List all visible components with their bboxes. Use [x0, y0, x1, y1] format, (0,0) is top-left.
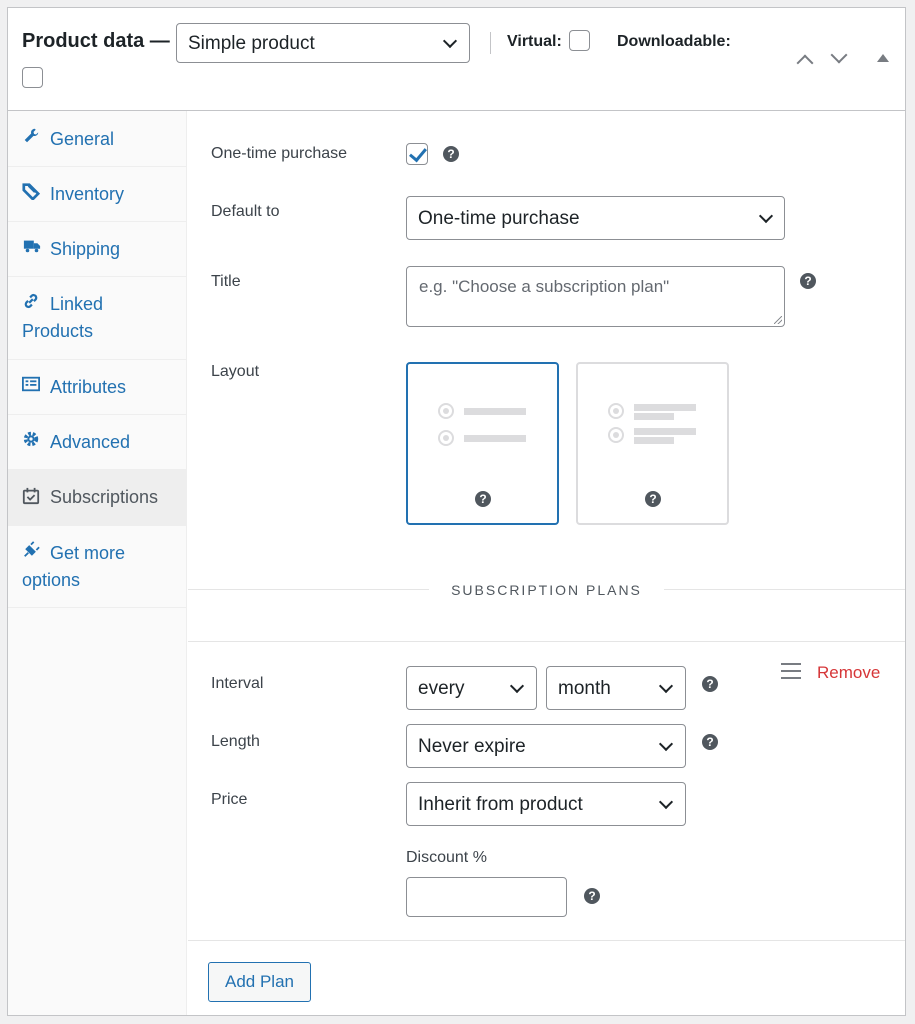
title-placeholder: e.g. "Choose a subscription plan" [419, 277, 670, 296]
price-select[interactable]: Inherit from product [406, 782, 686, 826]
chevron-down-icon [658, 736, 674, 752]
remove-plan-link[interactable]: Remove [817, 663, 880, 683]
help-icon[interactable]: ? [645, 491, 661, 507]
line-preview [634, 413, 674, 420]
line-preview [464, 408, 526, 415]
truck-icon [23, 240, 41, 253]
tab-linked-products-label: Linked Products [22, 294, 104, 341]
help-icon[interactable]: ? [702, 734, 718, 750]
length-value: Never expire [418, 736, 526, 757]
downloadable-checkbox[interactable] [22, 67, 43, 88]
move-down-icon[interactable] [830, 46, 848, 64]
move-up-icon[interactable] [796, 54, 814, 72]
chevron-down-icon [658, 678, 674, 694]
product-type-value: Simple product [188, 33, 315, 54]
line-preview [464, 435, 526, 442]
product-type-select[interactable]: Simple product [176, 23, 470, 63]
radio-preview-icon [438, 430, 454, 446]
layout-option-list[interactable]: ? [406, 362, 559, 525]
drag-handle-icon[interactable] [781, 663, 801, 679]
product-data-panel: Product data — Simple product Virtual: D… [7, 7, 906, 1016]
tab-shipping-label: Shipping [50, 239, 121, 259]
chevron-down-icon [658, 794, 674, 810]
one-time-purchase-checkbox[interactable] [406, 143, 428, 165]
tab-advanced[interactable]: Advanced [8, 415, 187, 470]
interval-unit-value: month [558, 678, 611, 699]
help-icon[interactable]: ? [584, 888, 600, 904]
interval-unit-select[interactable]: month [546, 666, 686, 710]
tab-attributes-label: Attributes [50, 377, 127, 397]
radio-preview-icon [608, 427, 624, 443]
one-time-purchase-label: One-time purchase [211, 145, 348, 162]
default-to-label: Default to [211, 203, 280, 220]
downloadable-label: Downloadable: [617, 33, 731, 50]
header-divider [490, 32, 491, 54]
collapse-toggle-icon[interactable] [877, 54, 889, 62]
default-to-value: One-time purchase [418, 208, 580, 229]
chevron-down-icon [509, 678, 525, 694]
discount-input[interactable] [406, 877, 567, 917]
line-preview [634, 404, 696, 411]
title-label: Title [211, 273, 241, 290]
resize-grip-icon[interactable] [774, 316, 782, 324]
price-value: Inherit from product [418, 794, 583, 815]
layout-label: Layout [211, 363, 260, 380]
discount-label: Discount % [406, 849, 487, 866]
line-preview [634, 437, 674, 444]
line-preview [634, 428, 696, 435]
default-to-select[interactable]: One-time purchase [406, 196, 785, 240]
help-icon[interactable]: ? [702, 676, 718, 692]
tab-inventory[interactable]: Inventory [8, 167, 187, 222]
radio-preview-icon [608, 403, 624, 419]
list-icon [22, 376, 40, 392]
virtual-label: Virtual: [507, 33, 562, 50]
help-icon[interactable]: ? [475, 491, 491, 507]
interval-every-select[interactable]: every [406, 666, 537, 710]
calendar-check-icon [22, 487, 40, 505]
panel-header: Product data — Simple product Virtual: D… [8, 8, 905, 111]
plans-footer-divider [188, 940, 905, 941]
chevron-down-icon [442, 33, 458, 49]
tab-linked-products[interactable]: Linked Products [8, 277, 187, 360]
radio-preview-icon [438, 403, 454, 419]
tab-inventory-label: Inventory [50, 184, 125, 204]
length-select[interactable]: Never expire [406, 724, 686, 768]
tab-general[interactable]: General [8, 111, 187, 167]
tag-icon [22, 183, 40, 200]
tab-shipping[interactable]: Shipping [8, 222, 187, 277]
plan-divider [188, 641, 905, 642]
title-input[interactable]: e.g. "Choose a subscription plan" [406, 266, 785, 327]
chevron-down-icon [758, 208, 774, 224]
tab-general-label: General [50, 129, 115, 149]
tab-subscriptions-label: Subscriptions [50, 487, 159, 507]
interval-label: Interval [211, 675, 264, 692]
wrench-icon [24, 128, 39, 143]
layout-option-grid[interactable]: ? [576, 362, 729, 525]
subscription-plans-title: SUBSCRIPTION PLANS [429, 582, 664, 598]
price-label: Price [211, 791, 248, 808]
tab-attributes[interactable]: Attributes [8, 360, 187, 415]
help-icon[interactable]: ? [800, 273, 816, 289]
help-icon[interactable]: ? [443, 146, 459, 162]
panel-title: Product data — [22, 30, 170, 52]
length-label: Length [211, 733, 260, 750]
product-data-tabs: General Inventory Shipping Linked Produc… [8, 111, 187, 1015]
tab-subscriptions[interactable]: Subscriptions [8, 470, 187, 526]
subscription-plans-heading: SUBSCRIPTION PLANS [188, 582, 905, 598]
virtual-checkbox[interactable] [569, 30, 590, 51]
gear-icon [23, 431, 39, 447]
subscriptions-panel: One-time purchase ? Default to One-time … [188, 111, 905, 1015]
tab-get-more-options[interactable]: Get more options [8, 526, 187, 608]
tab-get-more-options-label: Get more options [22, 543, 126, 590]
tab-advanced-label: Advanced [50, 432, 131, 452]
add-plan-button[interactable]: Add Plan [208, 962, 311, 1002]
interval-every-value: every [418, 678, 465, 699]
